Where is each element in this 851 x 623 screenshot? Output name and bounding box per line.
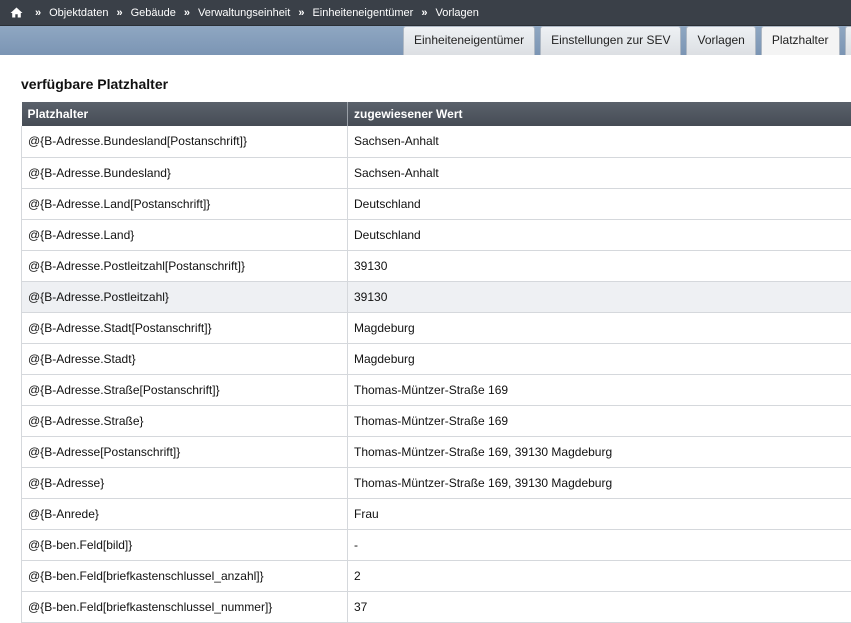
placeholder-cell: @{B-Adresse} (22, 467, 348, 498)
table-row[interactable]: @{B-ben.Feld[bild]}- (22, 529, 851, 560)
breadcrumb-separator: » (298, 7, 304, 19)
table-row[interactable]: @{B-Adresse.Stadt}Magdeburg (22, 343, 851, 374)
table-header-row: Platzhalter zugewiesener Wert (22, 102, 851, 126)
breadcrumb-separator: » (35, 7, 41, 19)
breadcrumb-separator: » (421, 7, 427, 19)
placeholder-cell: @{B-Adresse.Bundesland[Postanschrift]} (22, 126, 348, 157)
table-row[interactable]: @{B-Adresse.Bundesland[Postanschrift]}Sa… (22, 126, 851, 157)
assigned-value-cell: Magdeburg (348, 312, 851, 343)
assigned-value-cell: 37 (348, 591, 851, 622)
placeholder-cell: @{B-Adresse.Postleitzahl} (22, 281, 348, 312)
table-row[interactable]: @{B-Adresse.Straße[Postanschrift]}Thomas… (22, 374, 851, 405)
table-row[interactable]: @{B-Anrede}Frau (22, 498, 851, 529)
tab-einstellungen-zur-sev[interactable]: Einstellungen zur SEV (540, 26, 681, 55)
page-title: verfügbare Platzhalter (21, 76, 168, 92)
placeholder-cell: @{B-ben.Feld[briefkastenschlussel_nummer… (22, 591, 348, 622)
table-row[interactable]: @{B-Adresse.Land[Postanschrift]}Deutschl… (22, 188, 851, 219)
assigned-value-cell: Magdeburg (348, 343, 851, 374)
assigned-value-cell: Deutschland (348, 188, 851, 219)
assigned-value-cell: Frau (348, 498, 851, 529)
tab-list: Einheiteneigentümer Einstellungen zur SE… (403, 26, 851, 55)
assigned-value-cell: Thomas-Müntzer-Straße 169, 39130 Magdebu… (348, 467, 851, 498)
tab-ben[interactable]: ben (845, 26, 851, 55)
column-header-zugewiesener-wert[interactable]: zugewiesener Wert (348, 102, 851, 126)
breadcrumb-item-verwaltungseinheit[interactable]: Verwaltungseinheit (198, 7, 290, 19)
table-row[interactable]: @{B-Adresse.Straße}Thomas-Müntzer-Straße… (22, 405, 851, 436)
placeholder-cell: @{B-Adresse.Straße} (22, 405, 348, 436)
table-row[interactable]: @{B-Adresse.Bundesland}Sachsen-Anhalt (22, 157, 851, 188)
assigned-value-cell: Sachsen-Anhalt (348, 157, 851, 188)
placeholder-cell: @{B-Adresse.Stadt[Postanschrift]} (22, 312, 348, 343)
table-row[interactable]: @{B-Adresse[Postanschrift]}Thomas-Müntze… (22, 436, 851, 467)
placeholder-cell: @{B-Adresse.Stadt} (22, 343, 348, 374)
tab-platzhalter[interactable]: Platzhalter (761, 26, 840, 55)
column-header-platzhalter[interactable]: Platzhalter (22, 102, 348, 126)
tab-bar: Einheiteneigentümer Einstellungen zur SE… (0, 26, 851, 55)
placeholder-cell: @{B-Adresse.Land[Postanschrift]} (22, 188, 348, 219)
table-row[interactable]: @{B-ben.Feld[briefkastenschlussel_anzahl… (22, 560, 851, 591)
placeholder-cell: @{B-Adresse.Land} (22, 219, 348, 250)
placeholder-cell: @{B-Adresse.Straße[Postanschrift]} (22, 374, 348, 405)
breadcrumb-item-objektdaten[interactable]: Objektdaten (49, 7, 108, 19)
table-row[interactable]: @{B-Adresse.Postleitzahl}39130 (22, 281, 851, 312)
assigned-value-cell: 39130 (348, 250, 851, 281)
assigned-value-cell: 39130 (348, 281, 851, 312)
breadcrumb-item-einheiteneigentuemer[interactable]: Einheiteneigentümer (312, 7, 413, 19)
placeholder-cell: @{B-ben.Feld[briefkastenschlussel_anzahl… (22, 560, 348, 591)
assigned-value-cell: - (348, 529, 851, 560)
tab-einheiteneigentuemer[interactable]: Einheiteneigentümer (403, 26, 535, 55)
assigned-value-cell: Thomas-Müntzer-Straße 169, 39130 Magdebu… (348, 436, 851, 467)
table-row[interactable]: @{B-Adresse.Land}Deutschland (22, 219, 851, 250)
tab-vorlagen[interactable]: Vorlagen (686, 26, 755, 55)
placeholder-cell: @{B-Anrede} (22, 498, 348, 529)
placeholder-cell: @{B-Adresse[Postanschrift]} (22, 436, 348, 467)
assigned-value-cell: Thomas-Müntzer-Straße 169 (348, 374, 851, 405)
assigned-value-cell: 2 (348, 560, 851, 591)
breadcrumb-item-vorlagen[interactable]: Vorlagen (435, 7, 478, 19)
table-row[interactable]: @{B-Adresse.Postleitzahl[Postanschrift]}… (22, 250, 851, 281)
placeholder-cell: @{B-ben.Feld[bild]} (22, 529, 348, 560)
placeholder-cell: @{B-Adresse.Postleitzahl[Postanschrift]} (22, 250, 348, 281)
breadcrumb-separator: » (116, 7, 122, 19)
breadcrumb-item-gebaeude[interactable]: Gebäude (131, 7, 176, 19)
table-row[interactable]: @{B-Adresse.Stadt[Postanschrift]}Magdebu… (22, 312, 851, 343)
assigned-value-cell: Sachsen-Anhalt (348, 126, 851, 157)
table-row[interactable]: @{B-ben.Feld[briefkastenschlussel_nummer… (22, 591, 851, 622)
home-icon[interactable] (10, 7, 23, 18)
assigned-value-cell: Deutschland (348, 219, 851, 250)
table-row[interactable]: @{B-Adresse}Thomas-Müntzer-Straße 169, 3… (22, 467, 851, 498)
placeholder-table: Platzhalter zugewiesener Wert @{B-Adress… (21, 102, 851, 623)
breadcrumb: » Objektdaten » Gebäude » Verwaltungsein… (0, 0, 851, 26)
assigned-value-cell: Thomas-Müntzer-Straße 169 (348, 405, 851, 436)
placeholder-cell: @{B-Adresse.Bundesland} (22, 157, 348, 188)
breadcrumb-separator: » (184, 7, 190, 19)
